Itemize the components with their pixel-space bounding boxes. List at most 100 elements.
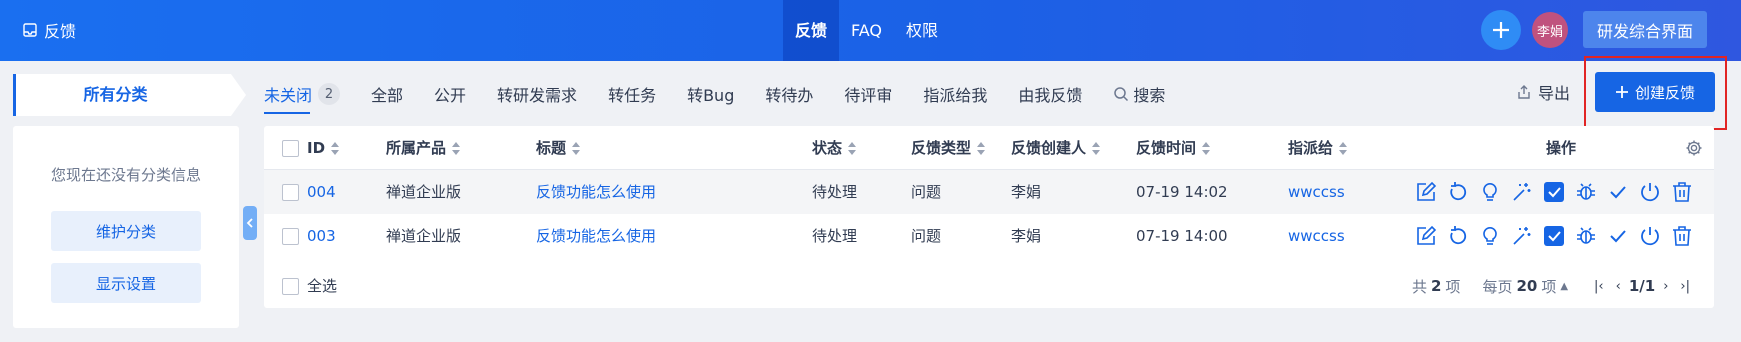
tab-reported-by-me[interactable]: 由我反馈 — [1018, 74, 1082, 114]
delete-button[interactable] — [1670, 180, 1694, 204]
tab-to-task[interactable]: 转任务 — [608, 74, 656, 114]
tab-assigned-to-me[interactable]: 指派给我 — [923, 74, 987, 114]
row-assignee[interactable]: wwccss — [1288, 214, 1345, 258]
to-bug-button[interactable] — [1574, 180, 1598, 204]
count-badge: 2 — [318, 83, 341, 105]
col-product-label: 所属产品 — [386, 139, 447, 157]
prev-page-icon[interactable]: ‹ — [1612, 279, 1625, 294]
sort-icon — [452, 141, 461, 156]
row-time: 07-19 14:02 — [1136, 183, 1228, 201]
to-task-button[interactable] — [1510, 224, 1534, 248]
all-categories-tab[interactable]: 所有分类 — [13, 74, 246, 116]
review-button[interactable] — [1446, 224, 1470, 248]
sort-icon — [1339, 141, 1348, 156]
close-button[interactable] — [1606, 224, 1630, 248]
sort-icon — [572, 141, 581, 156]
table-footer: 全选 共 2 项 每页 20 项 ▲ |‹ ‹ 1/1 › ›| — [264, 264, 1714, 308]
app-switch-button[interactable]: 研发综合界面 — [1583, 11, 1707, 48]
table-header: ID 所属产品 标题 状态 反馈类型 反馈创建人 反馈时间 指派给 操作 — [264, 126, 1714, 170]
nav-feedback[interactable]: 反馈 — [783, 0, 840, 61]
page-indicator: 1/1 — [1628, 277, 1656, 295]
col-status[interactable]: 状态 — [812, 126, 857, 170]
delete-button[interactable] — [1670, 224, 1694, 248]
magic-wand-icon — [1513, 183, 1531, 201]
app-brand[interactable]: 反馈 — [22, 18, 76, 42]
gear-icon[interactable] — [1685, 139, 1703, 157]
next-page-icon[interactable]: › — [1659, 279, 1672, 294]
to-todo-button[interactable] — [1542, 224, 1566, 248]
activate-button[interactable] — [1638, 224, 1662, 248]
to-story-button[interactable] — [1478, 224, 1502, 248]
export-button[interactable]: 导出 — [1516, 80, 1570, 104]
bug-icon — [1577, 183, 1595, 200]
chevron-left-icon — [246, 218, 253, 228]
select-all-checkbox[interactable] — [282, 278, 299, 295]
caret-up-icon: ▲ — [1560, 280, 1569, 292]
sort-icon — [331, 141, 340, 156]
feedback-icon — [23, 23, 37, 37]
sort-icon — [848, 141, 857, 156]
table-row[interactable]: 003 禅道企业版 反馈功能怎么使用 待处理 问题 李娟 07-19 14:00… — [264, 214, 1714, 258]
tab-all[interactable]: 全部 — [371, 74, 403, 114]
edit-button[interactable] — [1414, 180, 1438, 204]
row-checkbox[interactable] — [282, 228, 299, 245]
to-bug-button[interactable] — [1574, 224, 1598, 248]
tab-to-todo[interactable]: 转待办 — [765, 74, 813, 114]
col-product[interactable]: 所属产品 — [386, 126, 461, 170]
col-assignee[interactable]: 指派给 — [1288, 126, 1348, 170]
maintain-category-button[interactable]: 维护分类 — [51, 211, 201, 251]
tab-unclosed[interactable]: 未关闭 2 — [264, 74, 341, 114]
create-feedback-highlight: 创建反馈 — [1584, 56, 1727, 130]
first-page-icon[interactable]: |‹ — [1590, 279, 1608, 294]
nav-permission[interactable]: 权限 — [894, 0, 950, 61]
search-toggle[interactable]: 搜索 — [1113, 82, 1165, 106]
feedback-table: ID 所属产品 标题 状态 反馈类型 反馈创建人 反馈时间 指派给 操作 004… — [264, 126, 1714, 308]
col-id[interactable]: ID — [307, 126, 340, 170]
tab-to-story[interactable]: 转研发需求 — [497, 74, 577, 114]
row-creator: 李娟 — [1011, 227, 1042, 245]
total-prefix: 共 — [1411, 277, 1427, 296]
tab-review[interactable]: 待评审 — [844, 74, 892, 114]
tab-public[interactable]: 公开 — [434, 74, 466, 114]
activate-button[interactable] — [1638, 180, 1662, 204]
table-row[interactable]: 004 禅道企业版 反馈功能怎么使用 待处理 问题 李娟 07-19 14:02… — [264, 170, 1714, 214]
row-checkbox[interactable] — [282, 184, 299, 201]
col-creator[interactable]: 反馈创建人 — [1011, 126, 1101, 170]
user-avatar[interactable]: 李娟 — [1532, 12, 1568, 48]
close-button[interactable] — [1606, 180, 1630, 204]
to-todo-button[interactable] — [1542, 180, 1566, 204]
last-page-icon[interactable]: ›| — [1676, 279, 1694, 294]
per-page-dropdown[interactable]: 每页 20 项 ▲ — [1482, 276, 1568, 297]
col-type[interactable]: 反馈类型 — [911, 126, 986, 170]
col-type-label: 反馈类型 — [911, 139, 972, 157]
sidebar-collapse-handle[interactable] — [243, 206, 257, 240]
refresh-icon — [1450, 226, 1467, 245]
row-title[interactable]: 反馈功能怎么使用 — [536, 214, 656, 258]
edit-button[interactable] — [1414, 224, 1438, 248]
row-actions — [1414, 180, 1694, 204]
lightbulb-icon — [1483, 227, 1497, 245]
row-product: 禅道企业版 — [386, 183, 462, 201]
top-header: 反馈 反馈 FAQ 权限 李娟 研发综合界面 — [0, 0, 1741, 61]
quick-create-button[interactable] — [1481, 10, 1521, 50]
nav-faq[interactable]: FAQ — [839, 0, 894, 61]
export-icon — [1518, 85, 1530, 99]
header-checkbox[interactable] — [282, 140, 299, 157]
col-time[interactable]: 反馈时间 — [1136, 126, 1211, 170]
row-id[interactable]: 004 — [307, 170, 336, 214]
col-title[interactable]: 标题 — [536, 126, 581, 170]
row-title[interactable]: 反馈功能怎么使用 — [536, 170, 656, 214]
row-id[interactable]: 003 — [307, 214, 336, 258]
to-story-button[interactable] — [1478, 180, 1502, 204]
create-feedback-button[interactable]: 创建反馈 — [1595, 72, 1715, 112]
checkbox-checked-icon — [1544, 182, 1564, 202]
display-settings-button[interactable]: 显示设置 — [51, 263, 201, 303]
select-all-label[interactable]: 全选 — [307, 264, 337, 308]
to-task-button[interactable] — [1510, 180, 1534, 204]
tab-to-bug[interactable]: 转Bug — [687, 74, 734, 114]
review-button[interactable] — [1446, 180, 1470, 204]
row-status: 待处理 — [812, 227, 858, 245]
row-assignee[interactable]: wwccss — [1288, 170, 1345, 214]
main-nav: 反馈 FAQ 权限 — [783, 0, 950, 61]
filter-tabs: 未关闭 2 全部 公开 转研发需求 转任务 转Bug 转待办 待评审 指派给我 … — [264, 74, 1165, 114]
